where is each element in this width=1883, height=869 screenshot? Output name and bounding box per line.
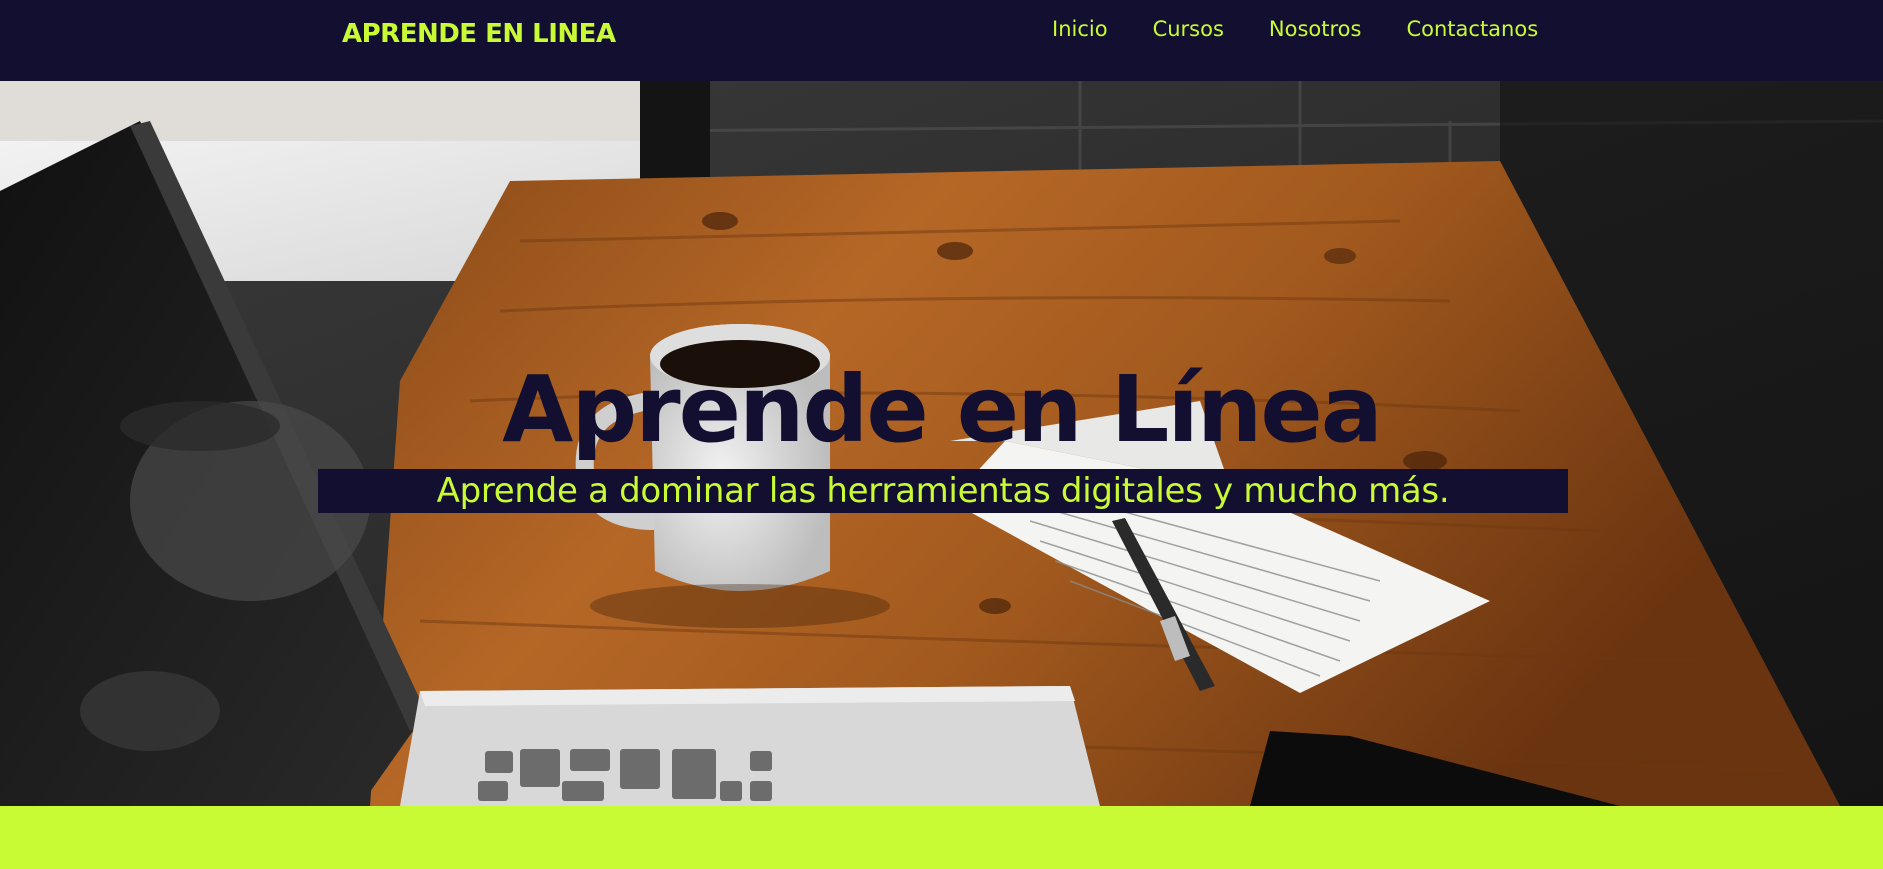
landing-page: APRENDE EN LINEA Inicio Cursos Nosotros … (0, 0, 1883, 869)
nav-link-contactanos[interactable]: Contactanos (1406, 17, 1538, 41)
hero-section: Aprende en Línea Aprende a dominar las h… (0, 81, 1883, 806)
hero-title: Aprende en Línea (502, 356, 1383, 463)
site-header: APRENDE EN LINEA Inicio Cursos Nosotros … (0, 0, 1883, 81)
hero-subtitle: Aprende a dominar las herramientas digit… (436, 471, 1450, 511)
nav-link-inicio[interactable]: Inicio (1052, 17, 1108, 41)
accent-strip (0, 806, 1883, 869)
main-nav: Inicio Cursos Nosotros Contactanos (1052, 17, 1538, 41)
nav-link-cursos[interactable]: Cursos (1153, 17, 1224, 41)
brand-logo-link[interactable]: APRENDE EN LINEA (342, 19, 616, 49)
nav-link-nosotros[interactable]: Nosotros (1269, 17, 1362, 41)
